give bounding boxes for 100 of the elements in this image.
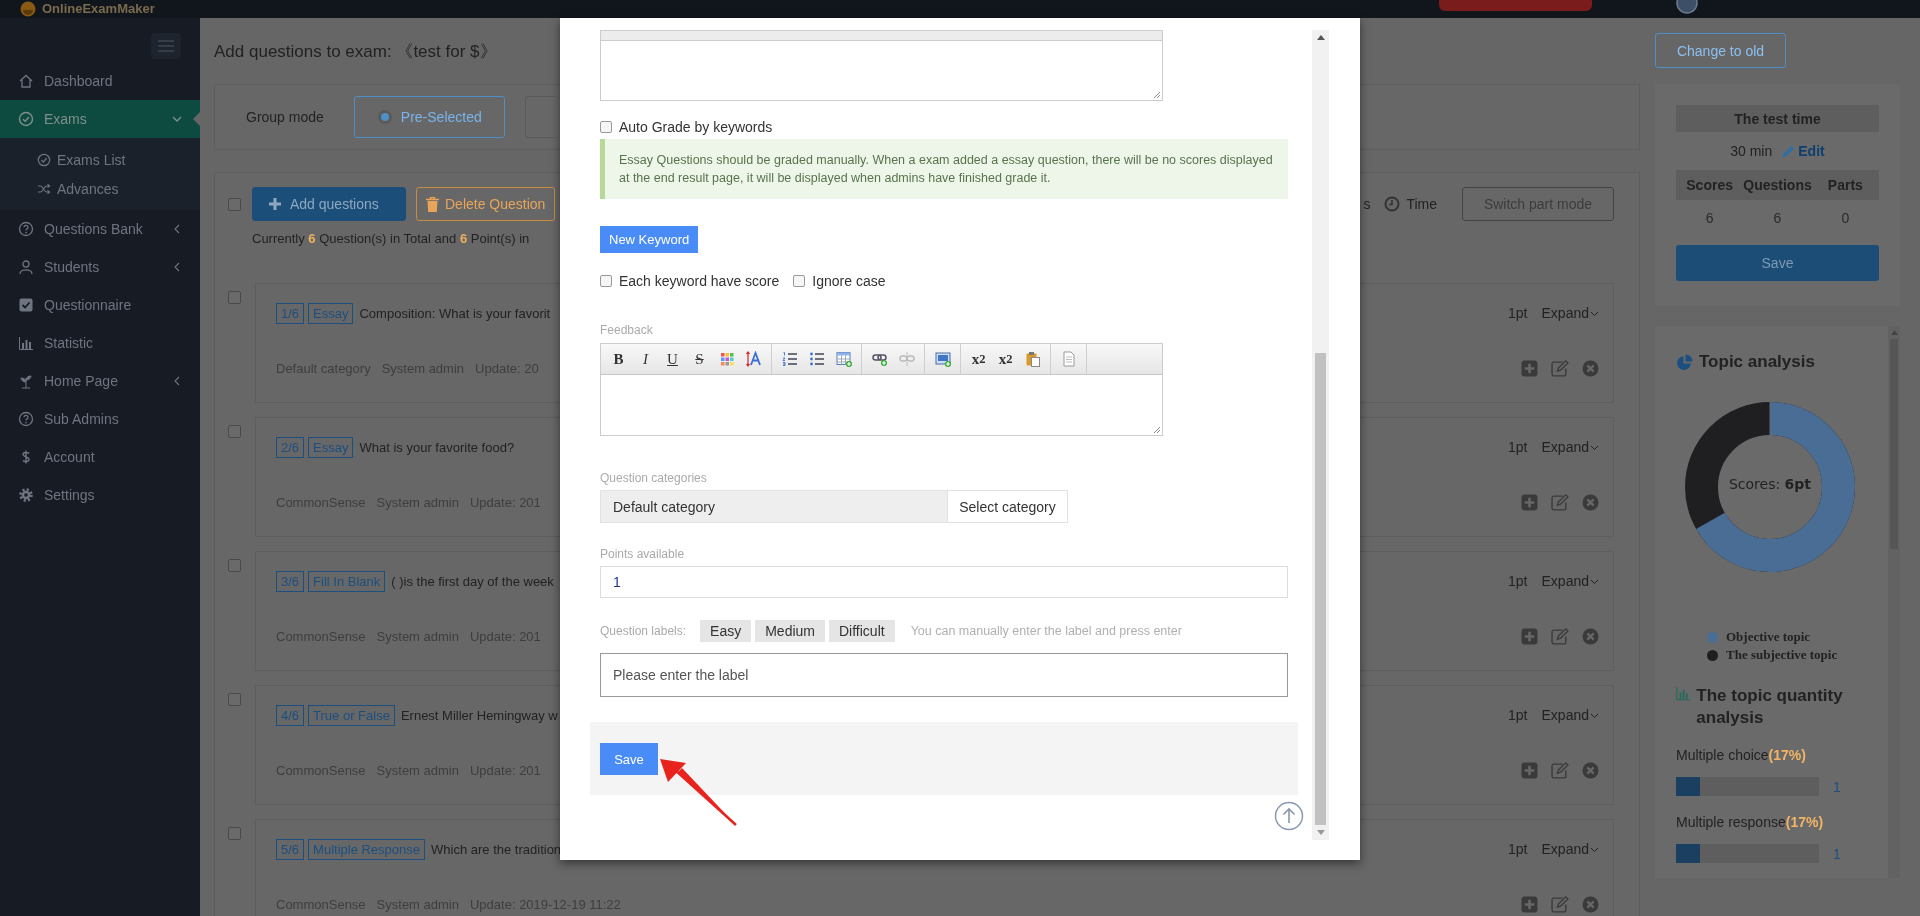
question-type-tag: Multiple Response [308, 838, 426, 860]
plus-square-icon[interactable] [1521, 627, 1538, 645]
save-button[interactable]: Save [1676, 245, 1879, 281]
plus-square-icon[interactable] [1521, 761, 1538, 779]
sidebar-item[interactable]: Statistic [0, 324, 200, 362]
table-cell-text: 0 [1840, 209, 1851, 228]
checkbox-label[interactable]: Auto Grade by keywords [619, 119, 773, 135]
edit-icon[interactable] [1551, 627, 1569, 645]
donut-center-label: Scores: 6pt [1727, 476, 1813, 492]
checkbox[interactable] [793, 275, 806, 287]
close-icon[interactable] [1582, 493, 1599, 511]
shuffle-icon [37, 181, 51, 196]
close-icon[interactable] [1582, 627, 1599, 645]
answer-editor[interactable] [600, 40, 1163, 101]
sidebar-item[interactable]: Account [0, 438, 200, 476]
edit-icon[interactable] [1551, 895, 1569, 913]
label-chip[interactable]: Medium [755, 620, 825, 642]
italic-button[interactable]: I [634, 348, 657, 370]
question-type-tag: Fill In Blank [308, 570, 386, 592]
question-type-label: Multiple choice(17%) [1676, 747, 1807, 763]
underline-button[interactable]: U [661, 348, 684, 370]
add-questions-button[interactable]: Add questions [252, 187, 406, 221]
checkbox-label[interactable]: Each keyword have score [619, 273, 780, 289]
scroll-up-icon[interactable] [1274, 801, 1304, 831]
time-option[interactable]: Time [1384, 196, 1437, 212]
scroll-arrow-icon[interactable] [1890, 330, 1898, 335]
edit-icon[interactable] [1551, 493, 1569, 511]
sidebar-item[interactable]: Questions Bank [0, 210, 200, 248]
resize-grip-icon [1153, 426, 1161, 434]
image-icon [934, 351, 951, 367]
close-icon[interactable] [1582, 359, 1599, 377]
delete-question-button[interactable]: Delete Question [416, 187, 556, 221]
expand-link[interactable]: Expand [1541, 305, 1599, 321]
question-summary: Currently 6 Question(s) in Total and 6 Point(s) in [252, 230, 530, 248]
checkbox-label[interactable]: Ignore case [812, 273, 886, 289]
submenu-item[interactable]: Advances [0, 174, 200, 203]
scroll-up-arrow-icon[interactable] [1316, 35, 1325, 40]
strike-button[interactable]: S [688, 348, 711, 370]
sidebar-item[interactable]: Settings [0, 476, 200, 514]
view-option[interactable]: s [1363, 196, 1371, 212]
question-checkbox[interactable] [228, 827, 241, 840]
label-chip[interactable]: Easy [700, 620, 752, 642]
option-button[interactable]: Pre-Selected [353, 96, 505, 138]
plus-square-icon[interactable] [1521, 493, 1538, 511]
clipboard-icon [1024, 351, 1041, 367]
submenu-item[interactable]: Exams List [0, 145, 200, 174]
scrollbar[interactable] [1312, 30, 1329, 840]
close-icon[interactable] [1582, 895, 1599, 913]
question-checkbox[interactable] [228, 291, 241, 304]
feedback-editor[interactable] [600, 375, 1163, 436]
question-number-tag: 4/6 [276, 704, 305, 726]
plus-square-icon[interactable] [1521, 895, 1538, 913]
question-number-tag: 3/6 [276, 570, 305, 592]
pie-chart-icon [1676, 353, 1693, 371]
section-title: Topic analysis [1699, 352, 1815, 372]
new-keyword-button[interactable]: New Keyword [600, 226, 699, 253]
close-icon[interactable] [1582, 761, 1599, 779]
palette-icon [718, 351, 735, 367]
avatar-icon[interactable] [1676, 0, 1698, 14]
scrollbar[interactable] [1888, 326, 1900, 878]
checkbox[interactable] [600, 121, 612, 133]
checkbox-icon [18, 297, 34, 313]
sidebar-item[interactable]: Sub Admins [0, 400, 200, 438]
label-field[interactable]: Please enter the label [600, 653, 1288, 697]
expand-link[interactable]: Expand [1541, 573, 1599, 589]
question-checkbox[interactable] [228, 425, 241, 438]
sidebar-item[interactable]: Questionnaire [0, 286, 200, 324]
edit-link[interactable]: Edit [1782, 143, 1825, 159]
points-text: 1pt [1508, 573, 1528, 589]
sidebar-item[interactable]: Home Page [0, 362, 200, 400]
menu-button[interactable] [151, 33, 181, 59]
link-icon [871, 351, 888, 367]
clock-icon [1384, 196, 1401, 212]
scroll-down-arrow-icon[interactable] [1316, 830, 1325, 835]
text-color-icon [745, 351, 762, 367]
label-chip[interactable]: Difficult [829, 620, 895, 642]
sidebar-item[interactable]: Exams [0, 100, 200, 138]
question-type-tag: True or False [308, 704, 395, 726]
select-all-checkbox[interactable] [228, 197, 241, 211]
question-checkbox[interactable] [228, 559, 241, 572]
edit-icon[interactable] [1551, 761, 1569, 779]
column-header: Scores [1676, 170, 1744, 200]
change-to-old-button[interactable]: Change to old [1655, 33, 1786, 68]
expand-link[interactable]: Expand [1541, 707, 1599, 723]
select-category-button[interactable]: Select category [948, 490, 1068, 523]
save-button[interactable]: Save [600, 743, 658, 775]
checkbox[interactable] [600, 275, 612, 287]
logo-text: OnlineExamMaker [42, 2, 155, 16]
expand-link[interactable]: Expand [1541, 841, 1599, 857]
expand-link[interactable]: Expand [1541, 439, 1599, 455]
sidebar-item[interactable]: Dashboard [0, 62, 200, 100]
points-field[interactable]: 1 [600, 566, 1288, 598]
edit-icon[interactable] [1551, 359, 1569, 377]
plus-square-icon[interactable] [1521, 359, 1538, 377]
check-circle-icon [18, 111, 34, 127]
question-checkbox[interactable] [228, 693, 241, 706]
question-type-tag: Essay [308, 436, 354, 458]
sidebar-item[interactable]: Students [0, 248, 200, 286]
bold-button[interactable]: B [607, 348, 630, 370]
question-text: ( )is the first day of the week [391, 573, 554, 589]
